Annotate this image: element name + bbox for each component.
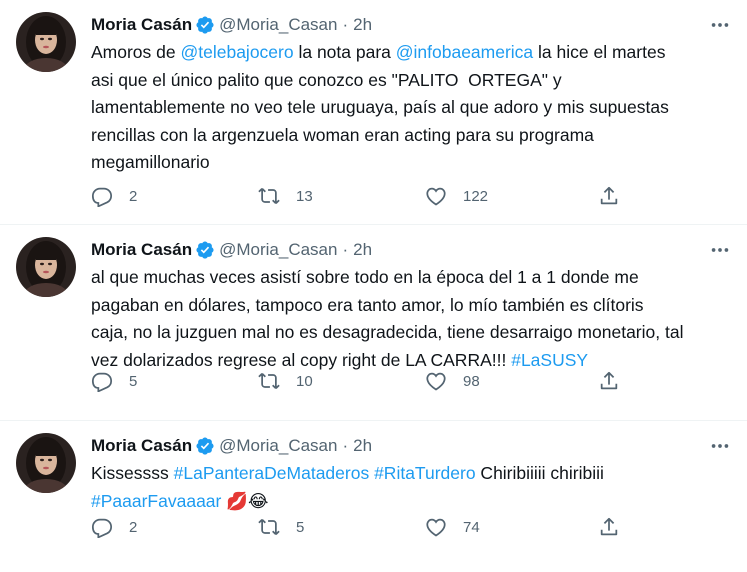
hashtag-link[interactable]: #RitaTurdero [374,463,475,483]
retweet-count: 13 [296,187,313,205]
like-button[interactable]: 74 [425,515,480,539]
reply-icon [91,518,113,538]
share-button[interactable] [598,515,620,539]
reply-icon [91,187,113,207]
tweet-actions: 2 13 122 [91,184,651,208]
tweet-header: Moria Casán @Moria_Casan · 2h [91,13,731,37]
display-name[interactable]: Moria Casán [91,436,192,456]
retweet-icon [258,187,280,205]
tweet-text: Kissessss #LaPanteraDeMataderos #RitaTur… [91,460,731,515]
tweet[interactable]: Moria Casán @Moria_Casan · 2h al que muc… [0,225,747,421]
tweet-actions: 5 10 98 [91,369,651,393]
text-segment: al que muchas veces asistí sobre todo en… [91,267,684,370]
reply-button[interactable]: 2 [91,184,137,208]
reply-count: 2 [129,187,138,205]
like-count: 122 [463,187,489,205]
timestamp[interactable]: 2h [353,240,372,260]
text-segment: Chiribiiiii chiribiii [480,463,604,483]
avatar[interactable] [16,433,76,493]
share-icon [600,517,618,536]
tweet-text: Amoros de @telebajocero la nota para @in… [91,39,731,177]
retweet-count: 10 [296,372,313,390]
share-button[interactable] [598,369,620,393]
reply-icon [91,372,113,392]
tweet[interactable]: Moria Casán @Moria_Casan · 2h Kissessss … [0,421,747,572]
heart-icon [426,518,446,537]
avatar[interactable] [16,12,76,72]
reply-count: 5 [129,372,138,390]
tweet-header: Moria Casán @Moria_Casan · 2h [91,434,731,458]
separator-dot: · [342,15,349,34]
tweet[interactable]: Moria Casán @Moria_Casan · 2h Amoros de … [0,0,747,225]
like-count: 74 [463,518,480,536]
reply-button[interactable]: 2 [91,515,137,539]
share-button[interactable] [598,184,620,208]
separator-dot: · [342,436,349,455]
share-icon [600,186,618,205]
heart-icon [426,187,446,206]
retweet-button[interactable]: 5 [258,515,304,539]
tweet-header: Moria Casán @Moria_Casan · 2h [91,238,731,262]
retweet-button[interactable]: 10 [258,369,313,393]
hashtag-link[interactable]: #LaSUSY [511,350,588,370]
separator-dot: · [342,240,349,259]
text-segment: la nota para [293,42,396,62]
like-count: 98 [463,372,480,390]
like-button[interactable]: 98 [425,369,480,393]
hashtag-link[interactable]: #PaaarFavaaaar [91,491,221,511]
ellipsis-icon[interactable] [709,435,731,457]
text-segment: Kissessss [91,463,174,483]
ellipsis-icon[interactable] [709,14,731,36]
like-button[interactable]: 122 [425,184,488,208]
retweet-count: 5 [296,518,305,536]
verified-badge-icon [195,240,215,260]
verified-badge-icon [195,15,215,35]
display-name[interactable]: Moria Casán [91,15,192,35]
heart-icon [426,372,446,391]
hashtag-link[interactable]: #LaPanteraDeMataderos [174,463,370,483]
verified-badge-icon [195,436,215,456]
avatar[interactable] [16,237,76,297]
retweet-icon [258,372,280,390]
handle[interactable]: @Moria_Casan [219,15,337,35]
mention-link[interactable]: @telebajocero [180,42,293,62]
display-name[interactable]: Moria Casán [91,240,192,260]
ellipsis-icon[interactable] [709,239,731,261]
tweet-actions: 2 5 74 [91,515,651,539]
share-icon [600,371,618,390]
timestamp[interactable]: 2h [353,15,372,35]
handle[interactable]: @Moria_Casan [219,436,337,456]
handle[interactable]: @Moria_Casan [219,240,337,260]
tweet-text: al que muchas veces asistí sobre todo en… [91,264,731,374]
text-segment: Amoros de [91,42,181,62]
retweet-button[interactable]: 13 [258,184,313,208]
emoji-text: 💋😂 [221,490,269,511]
mention-link[interactable]: @infobaeamerica [396,42,533,62]
timestamp[interactable]: 2h [353,436,372,456]
reply-button[interactable]: 5 [91,369,137,393]
retweet-icon [258,518,280,536]
reply-count: 2 [129,518,138,536]
